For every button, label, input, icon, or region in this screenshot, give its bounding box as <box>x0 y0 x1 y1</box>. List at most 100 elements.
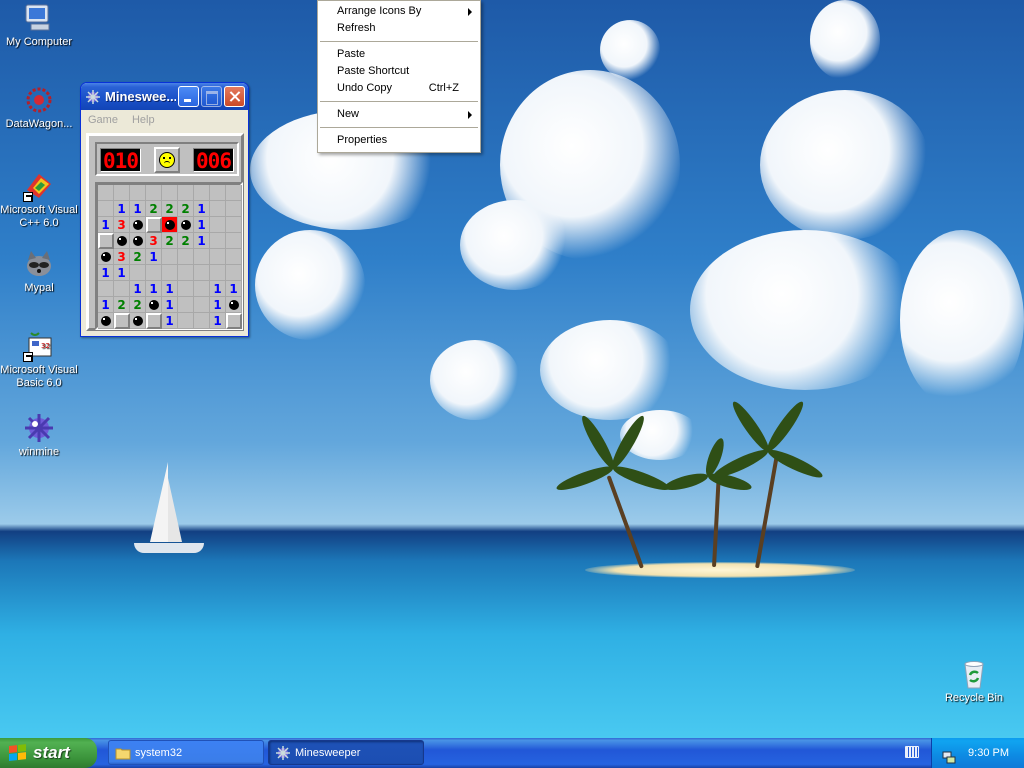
mine-icon[interactable] <box>130 217 146 233</box>
context-menu-item-refresh[interactable]: Refresh <box>318 20 480 37</box>
number-cell[interactable]: 2 <box>178 233 194 249</box>
window-title-bar[interactable]: Minesweе... <box>81 83 248 110</box>
closed-cell[interactable] <box>146 217 162 233</box>
empty-cell[interactable] <box>194 281 210 297</box>
empty-cell[interactable] <box>178 265 194 281</box>
number-cell[interactable]: 1 <box>194 217 210 233</box>
empty-cell[interactable] <box>210 265 226 281</box>
empty-cell[interactable] <box>226 201 242 217</box>
empty-cell[interactable] <box>194 297 210 313</box>
empty-cell[interactable] <box>194 185 210 201</box>
mine-icon[interactable] <box>98 249 114 265</box>
close-button[interactable] <box>224 86 245 107</box>
empty-cell[interactable] <box>226 185 242 201</box>
context-menu-item-paste[interactable]: Paste <box>318 46 480 63</box>
context-menu-item-undo-copy[interactable]: Undo Copy Ctrl+Z <box>318 80 480 97</box>
empty-cell[interactable] <box>162 185 178 201</box>
number-cell[interactable]: 3 <box>114 249 130 265</box>
number-cell[interactable]: 3 <box>114 217 130 233</box>
empty-cell[interactable] <box>130 185 146 201</box>
mine-icon[interactable] <box>130 313 146 329</box>
empty-cell[interactable] <box>210 201 226 217</box>
number-cell[interactable]: 1 <box>210 281 226 297</box>
menu-game[interactable]: Game <box>88 114 118 126</box>
empty-cell[interactable] <box>194 265 210 281</box>
empty-cell[interactable] <box>146 265 162 281</box>
empty-cell[interactable] <box>178 297 194 313</box>
context-menu-item-new[interactable]: New <box>318 106 480 123</box>
context-menu-item-arrange-icons-by[interactable]: Arrange Icons By <box>318 3 480 20</box>
context-menu-item-paste-shortcut[interactable]: Paste Shortcut <box>318 63 480 80</box>
number-cell[interactable]: 1 <box>194 201 210 217</box>
empty-cell[interactable] <box>162 265 178 281</box>
mine-icon[interactable] <box>98 313 114 329</box>
number-cell[interactable]: 1 <box>210 313 226 329</box>
desktop-icon-datawagon[interactable]: DataWagon... <box>0 84 79 131</box>
empty-cell[interactable] <box>210 233 226 249</box>
context-menu-item-properties[interactable]: Properties <box>318 132 480 149</box>
empty-cell[interactable] <box>178 281 194 297</box>
mine-icon[interactable] <box>146 297 162 313</box>
empty-cell[interactable] <box>210 249 226 265</box>
number-cell[interactable]: 1 <box>98 265 114 281</box>
taskbar-button-system32[interactable]: system32 <box>108 740 264 765</box>
number-cell[interactable]: 1 <box>130 201 146 217</box>
empty-cell[interactable] <box>98 281 114 297</box>
number-cell[interactable]: 2 <box>162 233 178 249</box>
empty-cell[interactable] <box>226 217 242 233</box>
number-cell[interactable]: 3 <box>146 233 162 249</box>
network-icon[interactable] <box>942 746 956 764</box>
number-cell[interactable]: 2 <box>130 249 146 265</box>
desktop-icon-mypal[interactable]: Mypal <box>0 248 79 295</box>
empty-cell[interactable] <box>194 249 210 265</box>
desktop-icon-visual-basic[interactable]: 32 Microsoft Visual Basic 6.0 <box>0 330 79 390</box>
clock[interactable]: 9:30 PM <box>968 738 1009 768</box>
closed-cell[interactable] <box>226 313 242 329</box>
number-cell[interactable]: 1 <box>114 265 130 281</box>
empty-cell[interactable] <box>194 313 210 329</box>
keyboard-icon[interactable] <box>905 746 919 758</box>
empty-cell[interactable] <box>226 249 242 265</box>
number-cell[interactable]: 2 <box>130 297 146 313</box>
empty-cell[interactable] <box>226 265 242 281</box>
empty-cell[interactable] <box>178 249 194 265</box>
number-cell[interactable]: 2 <box>146 201 162 217</box>
empty-cell[interactable] <box>178 313 194 329</box>
empty-cell[interactable] <box>226 233 242 249</box>
number-cell[interactable]: 1 <box>98 297 114 313</box>
number-cell[interactable]: 1 <box>98 217 114 233</box>
empty-cell[interactable] <box>178 185 194 201</box>
desktop-icon-visual-cpp[interactable]: Microsoft Visual C++ 6.0 <box>0 170 79 230</box>
mine-icon[interactable] <box>226 297 242 313</box>
taskbar-button-minesweeper[interactable]: Minesweeper <box>268 740 424 765</box>
closed-cell[interactable] <box>98 233 114 249</box>
number-cell[interactable]: 1 <box>162 297 178 313</box>
number-cell[interactable]: 1 <box>146 281 162 297</box>
closed-cell[interactable] <box>146 313 162 329</box>
number-cell[interactable]: 1 <box>162 281 178 297</box>
minimize-button[interactable] <box>178 86 199 107</box>
reset-face-button[interactable] <box>154 147 180 173</box>
menu-help[interactable]: Help <box>132 114 155 126</box>
empty-cell[interactable] <box>162 249 178 265</box>
desktop-icon-my-computer[interactable]: My Computer <box>0 2 79 49</box>
empty-cell[interactable] <box>146 185 162 201</box>
number-cell[interactable]: 2 <box>162 201 178 217</box>
number-cell[interactable]: 1 <box>114 201 130 217</box>
closed-cell[interactable] <box>114 313 130 329</box>
empty-cell[interactable] <box>130 265 146 281</box>
number-cell[interactable]: 1 <box>210 297 226 313</box>
number-cell[interactable]: 1 <box>194 233 210 249</box>
empty-cell[interactable] <box>98 201 114 217</box>
empty-cell[interactable] <box>114 281 130 297</box>
number-cell[interactable]: 2 <box>114 297 130 313</box>
number-cell[interactable]: 1 <box>162 313 178 329</box>
exploded-mine-icon[interactable] <box>162 217 178 233</box>
mine-icon[interactable] <box>130 233 146 249</box>
number-cell[interactable]: 1 <box>130 281 146 297</box>
empty-cell[interactable] <box>210 185 226 201</box>
desktop-icon-winmine[interactable]: winmine <box>0 412 79 459</box>
empty-cell[interactable] <box>98 185 114 201</box>
number-cell[interactable]: 2 <box>178 201 194 217</box>
empty-cell[interactable] <box>210 217 226 233</box>
